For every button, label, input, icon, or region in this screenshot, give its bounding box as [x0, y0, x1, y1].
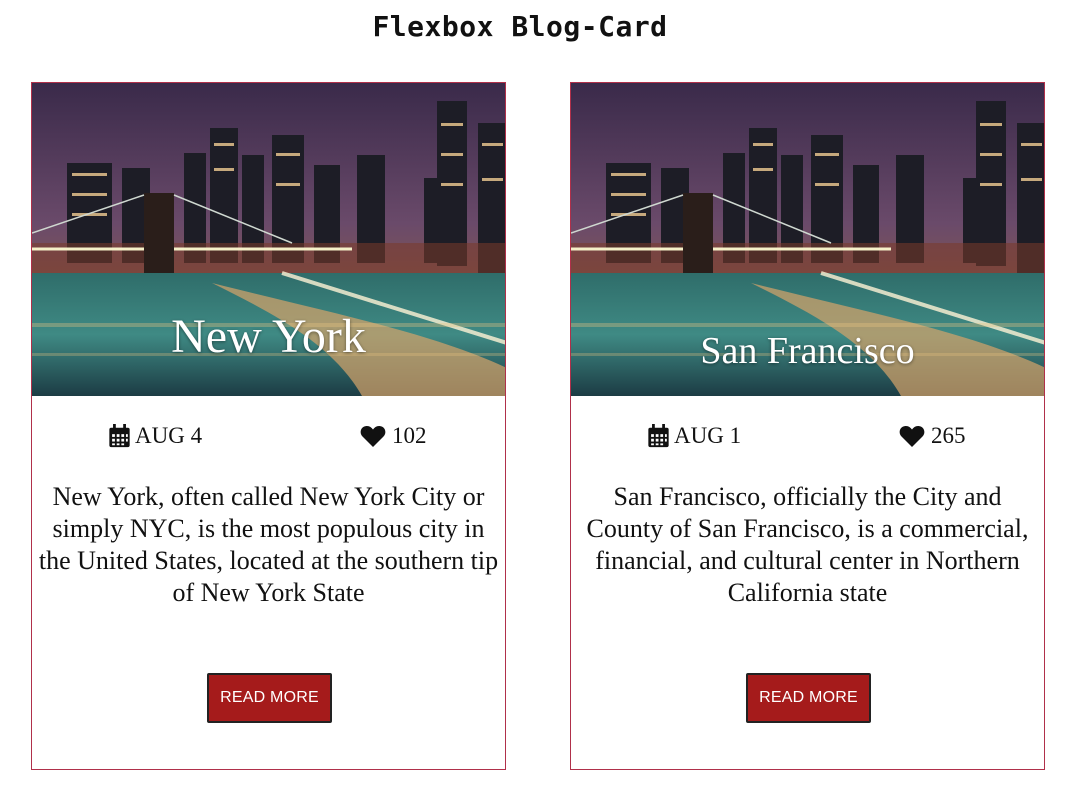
post-likes: 102	[360, 423, 427, 449]
post-likes-count: 102	[392, 423, 427, 448]
card-description: New York, often called New York City or …	[38, 482, 499, 607]
card-meta: AUG 1 265	[571, 423, 1044, 457]
calendar-icon	[647, 424, 670, 448]
post-date-text: AUG 1	[674, 423, 742, 448]
read-more-button[interactable]: READ MORE	[207, 673, 332, 723]
page-title: Flexbox Blog-Card	[372, 10, 668, 43]
card-meta: AUG 4 102	[32, 423, 505, 457]
read-more-button[interactable]: READ MORE	[746, 673, 871, 723]
heart-icon[interactable]	[360, 425, 386, 448]
post-date: AUG 4	[108, 423, 202, 449]
card-image: New York	[32, 83, 505, 396]
calendar-icon	[108, 424, 131, 448]
post-date: AUG 1	[647, 423, 741, 449]
card-description: San Francisco, officially the City and C…	[586, 482, 1029, 607]
card-image: San Francisco	[571, 83, 1044, 396]
blog-card-san-francisco: San Francisco AUG 1 265 San Francisco, o…	[570, 82, 1045, 770]
card-image-title: New York	[171, 310, 366, 363]
post-date-text: AUG 4	[135, 423, 203, 448]
heart-icon[interactable]	[899, 425, 925, 448]
card-image-title: San Francisco	[700, 330, 915, 372]
post-likes: 265	[899, 423, 966, 449]
post-likes-count: 265	[931, 423, 966, 448]
blog-card-new-york: New York AUG 4 102 New York, often calle…	[31, 82, 506, 770]
